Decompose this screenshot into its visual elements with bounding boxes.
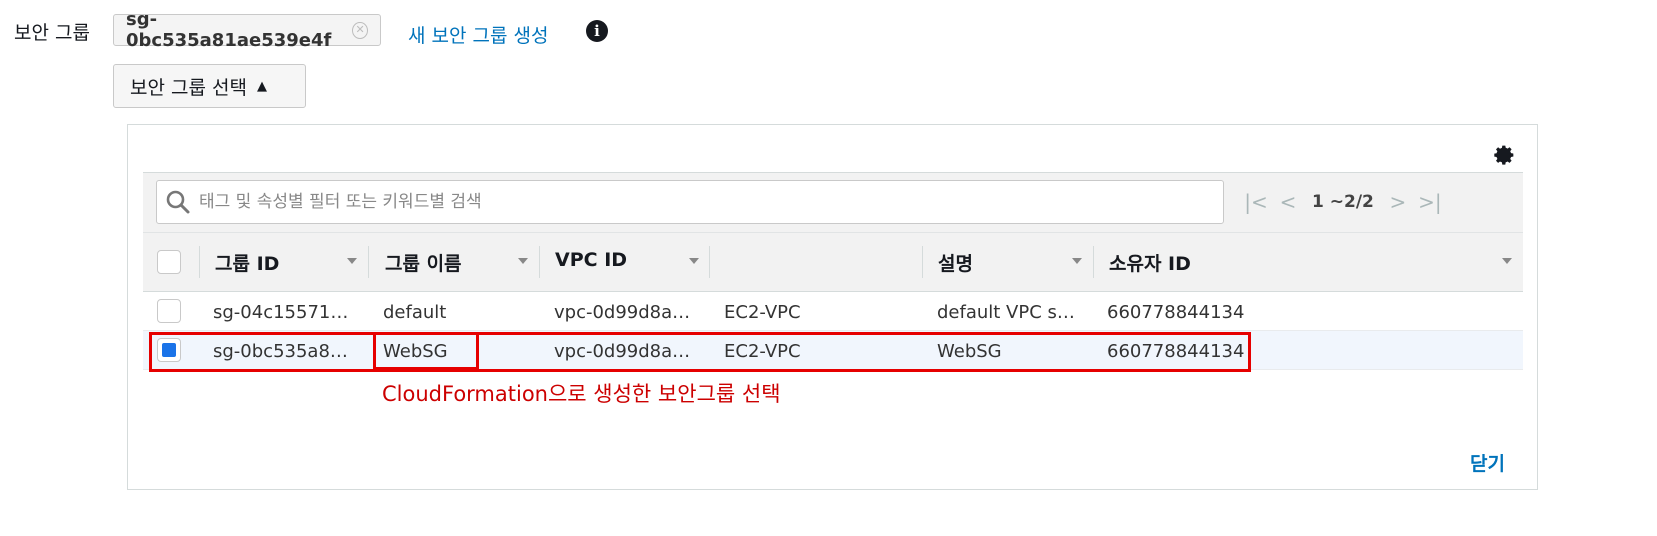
annotation-text: CloudFormation으로 생성한 보안그룹 선택	[382, 382, 781, 406]
selected-security-group-id: sg-0bc535a81ae539e4f	[126, 9, 332, 51]
sort-caret-icon[interactable]	[689, 258, 699, 264]
select-security-group-label: 보안 그룹 선택	[130, 76, 247, 99]
first-page-icon[interactable]: |<	[1240, 190, 1272, 214]
last-page-icon[interactable]: >|	[1414, 190, 1446, 214]
group-name-highlight-box	[373, 332, 479, 370]
column-divider	[922, 246, 923, 278]
row-checkbox[interactable]	[157, 299, 181, 323]
column-divider	[199, 246, 200, 278]
selected-security-group-tag: sg-0bc535a81ae539e4f ✕	[113, 9, 381, 51]
cell-group-name: default	[383, 302, 447, 323]
cell-vpc-id: vpc-0d99d8a…	[554, 302, 691, 323]
remove-tag-icon[interactable]: ✕	[352, 21, 368, 39]
search-icon	[166, 190, 190, 214]
column-divider	[368, 246, 369, 278]
close-link[interactable]: 닫기	[1470, 449, 1505, 476]
sort-caret-icon[interactable]	[1502, 258, 1512, 264]
prev-page-icon[interactable]: <	[1272, 190, 1304, 214]
column-divider	[709, 246, 710, 278]
select-security-group-button[interactable]: 보안 그룹 선택 ▲	[113, 64, 306, 108]
search-input[interactable]	[197, 191, 1201, 213]
row-highlight-box	[149, 332, 1251, 372]
pagination: |< < 1 ~2/2 > >|	[1240, 188, 1446, 216]
next-page-icon[interactable]: >	[1382, 190, 1414, 214]
caret-up-icon: ▲	[256, 78, 267, 94]
search-box[interactable]	[156, 180, 1224, 224]
security-group-label: 보안 그룹	[14, 22, 90, 44]
sort-caret-icon[interactable]	[518, 258, 528, 264]
column-divider	[539, 246, 540, 278]
column-header-group-name[interactable]: 그룹 이름	[385, 249, 462, 276]
table-row[interactable]	[143, 292, 1523, 331]
info-icon[interactable]: i	[586, 20, 608, 42]
column-header-group-id[interactable]: 그룹 ID	[215, 249, 279, 276]
cell-group-id: sg-04c15571…	[213, 302, 349, 323]
column-header-vpc-id[interactable]: VPC ID	[555, 249, 627, 271]
cell-vpc-type: EC2-VPC	[724, 302, 801, 323]
column-header-owner-id[interactable]: 소유자 ID	[1109, 249, 1191, 276]
select-all-checkbox[interactable]	[157, 250, 181, 274]
sort-caret-icon[interactable]	[347, 258, 357, 264]
cell-description: default VPC s…	[937, 302, 1075, 323]
sort-caret-icon[interactable]	[1072, 258, 1082, 264]
create-security-group-link[interactable]: 새 보안 그룹 생성	[408, 21, 548, 48]
cell-owner-id: 660778844134	[1107, 302, 1245, 323]
gear-icon[interactable]	[1492, 143, 1516, 167]
page-range: 1 ~2/2	[1312, 192, 1374, 212]
column-divider	[1093, 246, 1094, 278]
column-header-description[interactable]: 설명	[938, 249, 973, 276]
